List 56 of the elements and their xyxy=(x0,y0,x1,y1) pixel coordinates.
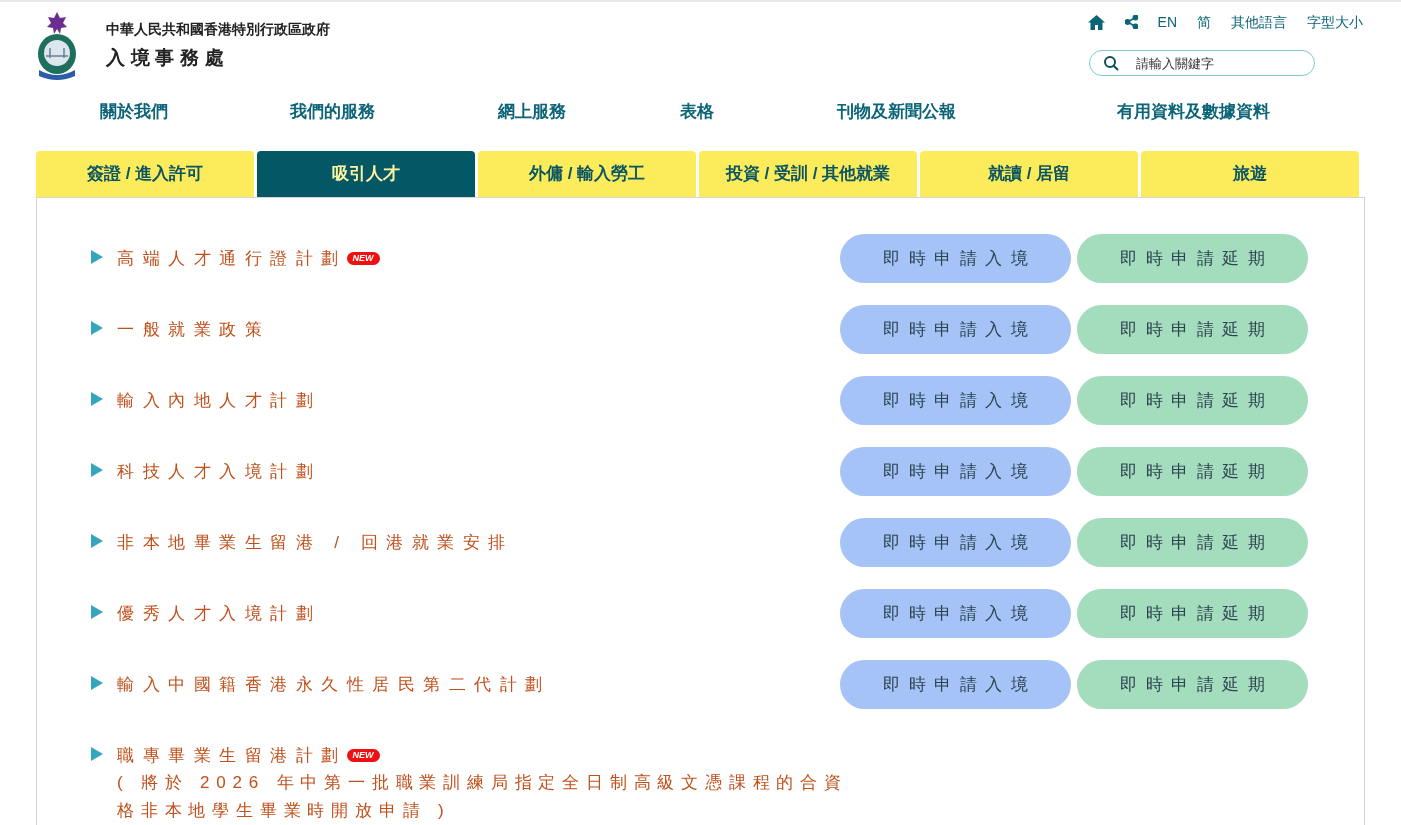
category-tab[interactable]: 投資 / 受訓 / 其他就業 xyxy=(699,151,917,197)
scheme-link[interactable]: 優秀人才入境計劃 xyxy=(117,601,321,627)
scheme-link[interactable]: 科技人才入境計劃 xyxy=(117,459,321,485)
apply-button[interactable]: 即時申請延期 xyxy=(1077,589,1308,638)
triangle-bullet-icon xyxy=(91,605,103,619)
apply-button[interactable]: 即時申請入境 xyxy=(840,518,1071,567)
triangle-bullet-icon xyxy=(91,676,103,690)
apply-button[interactable]: 即時申請延期 xyxy=(1077,518,1308,567)
home-icon[interactable] xyxy=(1087,14,1105,30)
category-tab[interactable]: 吸引人才 xyxy=(257,151,475,197)
apply-button[interactable]: 即時申請延期 xyxy=(1077,376,1308,425)
triangle-bullet-icon xyxy=(91,534,103,548)
apply-button[interactable]: 即時申請入境 xyxy=(840,589,1071,638)
language-link[interactable]: 简 xyxy=(1197,11,1211,33)
apply-button[interactable]: 即時申請入境 xyxy=(840,376,1071,425)
scheme-link[interactable]: 一般就業政策 xyxy=(117,317,270,343)
triangle-bullet-icon xyxy=(91,250,103,264)
new-badge: NEW xyxy=(346,252,380,266)
nav-link[interactable]: 有用資料及數據資料 xyxy=(1117,99,1270,125)
category-tab[interactable]: 就讀 / 居留 xyxy=(920,151,1138,197)
nav-link[interactable]: 表格 xyxy=(680,99,714,125)
scheme-link[interactable]: 職專畢業生留港計劃 xyxy=(117,743,347,769)
triangle-bullet-icon xyxy=(91,747,103,761)
triangle-bullet-icon xyxy=(91,321,103,335)
search-icon xyxy=(1104,56,1119,71)
scheme-link[interactable]: 輸入內地人才計劃 xyxy=(117,388,321,414)
apply-button[interactable]: 即時申請入境 xyxy=(840,234,1071,283)
nav-link[interactable]: 網上服務 xyxy=(498,99,566,125)
nav-link[interactable]: 我們的服務 xyxy=(290,99,375,125)
search-field[interactable]: 請輸入關鍵字 xyxy=(1089,50,1315,76)
scheme-note: ( 將於 2026 年中第一批職業訓練局指定全日制高級文憑課程的合資格非本地學生畢業時開放申請 ) xyxy=(117,771,849,822)
apply-button[interactable]: 即時申請入境 xyxy=(840,447,1071,496)
apply-button[interactable]: 即時申請延期 xyxy=(1077,447,1308,496)
triangle-bullet-icon xyxy=(91,463,103,477)
scheme-link[interactable]: 輸入中國籍香港永久性居民第二代計劃 xyxy=(117,672,551,698)
category-tab[interactable]: 簽證 / 進入許可 xyxy=(36,151,254,197)
language-link[interactable]: 其他語言 xyxy=(1231,11,1287,33)
scheme-link[interactable]: 非本地畢業生留港 / 回港就業安排 xyxy=(117,530,514,556)
apply-button[interactable]: 即時申請延期 xyxy=(1077,305,1308,354)
apply-button[interactable]: 即時申請入境 xyxy=(840,660,1071,709)
share-icon[interactable] xyxy=(1124,15,1138,29)
language-link[interactable]: EN xyxy=(1157,11,1177,33)
apply-button[interactable]: 即時申請入境 xyxy=(840,305,1071,354)
nav-link[interactable]: 關於我們 xyxy=(100,99,168,125)
government-title: 中華人民共和國香港特別行政區政府 xyxy=(106,20,330,40)
language-link[interactable]: 字型大小 xyxy=(1307,11,1363,33)
department-title: 入境事務處 xyxy=(106,46,231,71)
new-badge: NEW xyxy=(346,749,380,763)
apply-button[interactable]: 即時申請延期 xyxy=(1077,234,1308,283)
emblem-drawing xyxy=(36,10,78,82)
apply-button[interactable]: 即時申請延期 xyxy=(1077,660,1308,709)
category-tab[interactable]: 外傭 / 輸入勞工 xyxy=(478,151,696,197)
nav-link[interactable]: 刊物及新聞公報 xyxy=(837,99,956,125)
triangle-bullet-icon xyxy=(91,392,103,406)
category-tab[interactable]: 旅遊 xyxy=(1141,151,1359,197)
scheme-link[interactable]: 高端人才通行證計劃 xyxy=(117,246,347,272)
